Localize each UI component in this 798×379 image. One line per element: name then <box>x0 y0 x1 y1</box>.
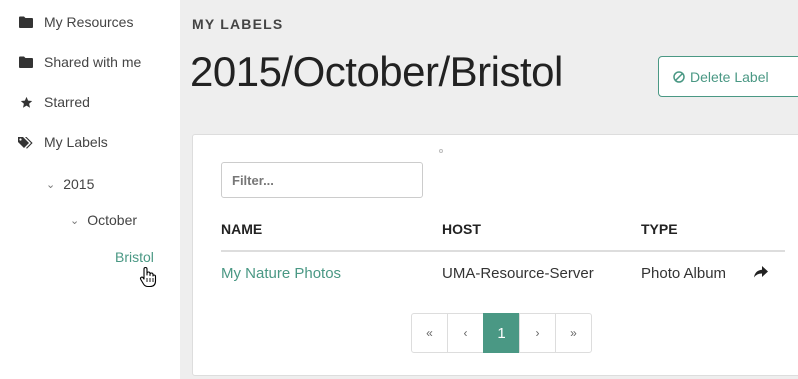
pagination: « ‹ 1 › » <box>411 313 592 353</box>
share-icon[interactable] <box>753 265 769 284</box>
label-tree-2015[interactable]: ⌄ 2015 <box>46 176 94 192</box>
sidebar-item-label: My Labels <box>44 134 108 150</box>
sidebar-item-shared-with-me[interactable]: Shared with me <box>18 54 141 70</box>
resource-name-link[interactable]: My Nature Photos <box>221 265 341 282</box>
label-tree-october[interactable]: ⌄ October <box>70 212 137 228</box>
star-icon <box>18 96 34 109</box>
chevron-down-icon: ⌄ <box>46 178 56 191</box>
folder-icon <box>18 56 34 68</box>
sidebar: My Resources Shared with me Starred My L… <box>0 0 172 379</box>
first-page-button[interactable]: « <box>411 313 448 353</box>
column-header-host[interactable]: HOST <box>442 221 481 237</box>
previous-page-button[interactable]: ‹ <box>447 313 484 353</box>
folder-icon <box>18 16 34 28</box>
delete-label-button[interactable]: Delete Label <box>658 56 798 97</box>
table-header-divider <box>221 250 785 252</box>
resource-type: Photo Album <box>641 265 727 282</box>
filter-input[interactable] <box>221 162 423 198</box>
sidebar-item-starred[interactable]: Starred <box>18 94 90 110</box>
label-tree-month: October <box>87 212 138 228</box>
sidebar-item-my-resources[interactable]: My Resources <box>18 14 133 30</box>
tags-icon <box>18 136 34 149</box>
main-panel: MY LABELS 2015/October/Bristol Delete La… <box>180 0 798 379</box>
hand-cursor-icon <box>139 266 157 293</box>
sidebar-item-label: Starred <box>44 94 90 110</box>
resources-card: NAME HOST TYPE My Nature Photos UMA-Reso… <box>192 134 798 376</box>
label-tree-bristol[interactable]: Bristol <box>115 249 154 265</box>
sidebar-item-label: Shared with me <box>44 54 142 70</box>
delete-label-text: Delete Label <box>690 68 769 85</box>
label-tree-active: Bristol <box>115 249 154 265</box>
column-header-type[interactable]: TYPE <box>641 221 678 237</box>
column-header-name[interactable]: NAME <box>221 221 262 237</box>
sidebar-item-label: My Resources <box>44 14 134 30</box>
section-label: MY LABELS <box>192 16 284 32</box>
chevron-down-icon: ⌄ <box>70 214 80 227</box>
loading-dot <box>439 149 443 153</box>
page-1-button[interactable]: 1 <box>483 313 520 353</box>
next-page-button[interactable]: › <box>519 313 556 353</box>
last-page-button[interactable]: » <box>555 313 592 353</box>
page-title: 2015/October/Bristol <box>190 48 563 95</box>
resource-host: UMA-Resource-Server <box>442 265 594 282</box>
ban-icon <box>673 70 685 83</box>
label-tree-year: 2015 <box>63 176 95 192</box>
sidebar-item-my-labels[interactable]: My Labels <box>18 134 108 150</box>
